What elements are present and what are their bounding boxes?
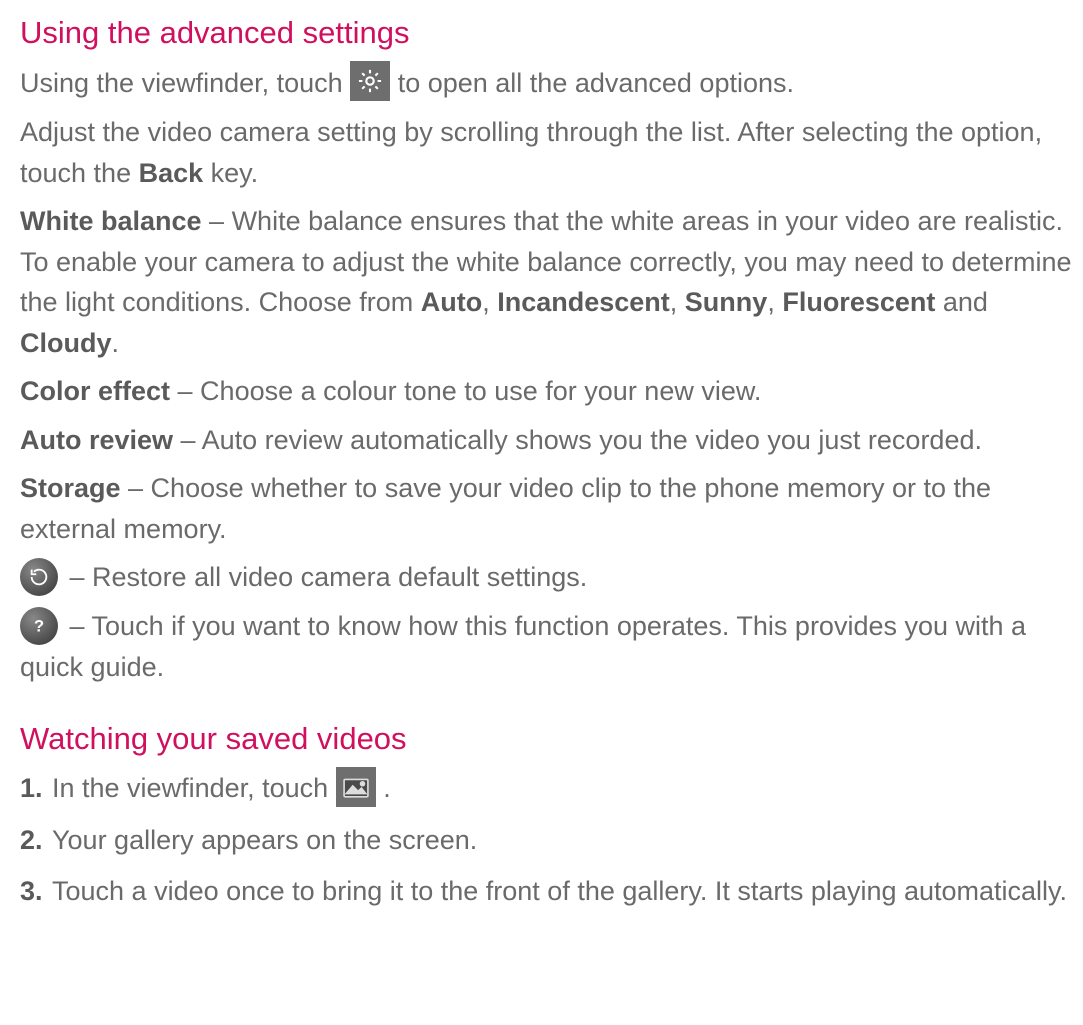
para-color-effect: Color effect – Choose a colour tone to u… (20, 371, 1083, 412)
svg-text:?: ? (34, 618, 44, 636)
text-fragment: In the viewfinder, touch (52, 773, 336, 803)
wb-option-auto: Auto (421, 287, 482, 317)
gallery-icon (336, 767, 376, 807)
text-fragment: . (383, 773, 391, 803)
text-fragment: , (482, 287, 497, 317)
heading-watching-videos: Watching your saved videos (20, 716, 1083, 763)
back-key-label: Back (139, 158, 204, 188)
text-fragment: to open all the advanced options. (398, 68, 794, 98)
text-fragment: – Auto review automatically shows you th… (173, 425, 982, 455)
heading-advanced-settings: Using the advanced settings (20, 10, 1083, 57)
steps-list: In the viewfinder, touch . Your gallery … (20, 768, 1083, 911)
text-fragment: – Choose whether to save your video clip… (20, 473, 991, 544)
text-fragment: , (767, 287, 782, 317)
text-fragment: – Restore all video camera default setti… (70, 562, 588, 592)
text-fragment: , (670, 287, 685, 317)
restore-defaults-icon (20, 558, 58, 596)
wb-option-fluorescent: Fluorescent (782, 287, 935, 317)
wb-option-incandescent: Incandescent (497, 287, 670, 317)
text-fragment: . (112, 328, 120, 358)
list-item: In the viewfinder, touch . (20, 768, 1083, 810)
para-white-balance: White balance – White balance ensures th… (20, 201, 1083, 363)
wb-option-sunny: Sunny (685, 287, 768, 317)
list-item: Touch a video once to bring it to the fr… (20, 871, 1083, 912)
white-balance-label: White balance (20, 206, 202, 236)
wb-option-cloudy: Cloudy (20, 328, 112, 358)
para-intro: Using the viewfinder, touch to open all … (20, 63, 1083, 105)
text-fragment: – Choose a colour tone to use for your n… (170, 376, 761, 406)
storage-label: Storage (20, 473, 121, 503)
text-fragment: Using the viewfinder, touch (20, 68, 350, 98)
para-restore: – Restore all video camera default setti… (20, 557, 1083, 598)
para-instruction: Adjust the video camera setting by scrol… (20, 112, 1083, 193)
para-storage: Storage – Choose whether to save your vi… (20, 468, 1083, 549)
auto-review-label: Auto review (20, 425, 173, 455)
help-icon: ? (20, 607, 58, 645)
text-fragment: – Touch if you want to know how this fun… (20, 611, 1026, 682)
settings-gear-icon (350, 61, 390, 101)
para-auto-review: Auto review – Auto review automatically … (20, 420, 1083, 461)
text-fragment: and (935, 287, 988, 317)
text-fragment: key. (203, 158, 258, 188)
list-item: Your gallery appears on the screen. (20, 820, 1083, 861)
color-effect-label: Color effect (20, 376, 170, 406)
para-help: ? – Touch if you want to know how this f… (20, 606, 1083, 687)
